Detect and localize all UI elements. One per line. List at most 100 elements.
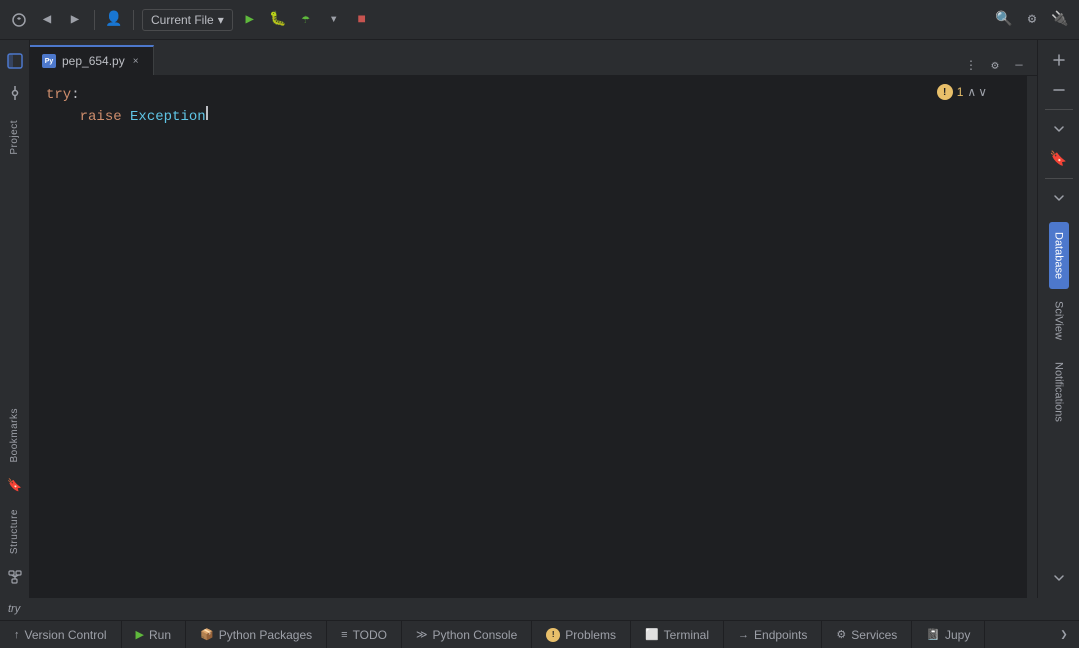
bottom-tab-problems[interactable]: ! Problems [532,621,631,648]
python-console-label: Python Console [433,628,518,642]
settings-icon[interactable]: ⚙ [1021,9,1043,31]
profile-button[interactable]: ▾ [323,9,345,31]
endpoints-icon: → [738,629,749,641]
editor-area: Py pep_654.py × ⋮ ⚙ — try: raise Excepti… [30,40,1037,598]
left-sidebar: Project Bookmarks 🔖 Structure [0,40,30,598]
bottom-tab-endpoints[interactable]: → Endpoints [724,621,822,648]
bottom-expand-button[interactable]: ❯ [1049,621,1079,648]
sidebar-project-label[interactable]: Project [9,112,20,163]
services-icon: ⚙ [836,628,846,641]
bottom-tab-services[interactable]: ⚙ Services [822,621,912,648]
run-config-dropdown-icon: ▾ [218,13,224,27]
toolbar-separator-2 [133,10,134,30]
run-icon: ▶ [136,628,144,641]
python-console-icon: ≫ [416,628,428,641]
rpanel-scroll-down-icon[interactable] [1043,564,1075,592]
problems-label: Problems [565,628,616,642]
bottom-status-bar: try [0,598,1079,620]
status-context-text: try [8,603,20,615]
bottom-tab-run[interactable]: ▶ Run [122,621,186,648]
tab-file-icon: Py [42,54,56,68]
version-control-label: Version Control [25,628,107,642]
user-icon[interactable]: 👤 [103,9,125,31]
forward-icon[interactable]: ▶ [64,9,86,31]
sidebar-structure-icon[interactable] [0,562,30,592]
warning-prev-btn[interactable]: ∧ [967,85,976,99]
right-panel-bottom [1038,558,1079,598]
version-control-icon: ↑ [14,629,20,641]
bottom-tab-terminal[interactable]: ⬜ Terminal [631,621,724,648]
tab-settings-icon[interactable]: ⚙ [985,55,1005,75]
bottom-right: ❯ [1049,621,1079,648]
todo-label: TODO [353,628,387,642]
run-button[interactable]: ▶ [239,9,261,31]
bottom-tab-jupy[interactable]: 📓 Jupy [912,621,985,648]
tab-minimize-icon[interactable]: — [1009,55,1029,75]
endpoints-label: Endpoints [754,628,807,642]
rpanel-down-icon[interactable] [1043,115,1075,143]
sidebar-bottom-section: Bookmarks 🔖 Structure [0,400,29,598]
run-label: Run [149,628,171,642]
terminal-label: Terminal [664,628,709,642]
sidebar-middle-section: Project [0,112,29,163]
tab-bar: Py pep_654.py × ⋮ ⚙ — [30,40,1037,76]
bottom-tab-version-control[interactable]: ↑ Version Control [0,621,122,648]
class-exception: Exception [130,106,206,128]
tab-more-icon[interactable]: ⋮ [961,55,981,75]
rpanel-down2-icon[interactable] [1043,184,1075,212]
keyword-try: try [46,84,71,106]
scroll-track [1027,76,1037,598]
right-tab-database[interactable]: Database [1049,222,1069,289]
code-line-2: raise Exception [46,106,1027,128]
warning-count: 1 [957,85,964,99]
editor-warning-bar: ! 1 ∧ ∨ [937,84,987,100]
tab-close-button[interactable]: × [131,54,141,69]
bottom-toolbar: ↑ Version Control ▶ Run 📦 Python Package… [0,620,1079,648]
tab-bar-actions: ⋮ ⚙ — [953,55,1037,75]
right-tab-sciview[interactable]: SciView [1049,291,1069,350]
rpanel-expand-icon[interactable] [1043,46,1075,74]
python-packages-icon: 📦 [200,628,214,641]
sidebar-bookmarks-label[interactable]: Bookmarks [9,400,20,471]
tab-pep654[interactable]: Py pep_654.py × [30,45,154,75]
warning-icon: ! [937,84,953,100]
toolbar-separator-1 [94,10,95,30]
main-area: Project Bookmarks 🔖 Structure [0,40,1079,598]
warning-navigation: ∧ ∨ [967,85,987,99]
nav-menu-icon[interactable] [8,9,30,31]
keyword-raise: raise [80,106,122,128]
stop-button[interactable]: ■ [351,9,373,31]
run-config-button[interactable]: Current File ▾ [142,9,233,31]
debug-button[interactable]: 🐛 [267,9,289,31]
terminal-icon: ⬜ [645,628,659,641]
text-cursor [206,106,208,120]
rpanel-bookmark-icon[interactable]: 🔖 [1043,145,1075,173]
code-editor[interactable]: try: raise Exception [30,76,1027,598]
right-panel: 🔖 Database SciView Notifications [1037,40,1079,598]
coverage-button[interactable]: ☂ [295,9,317,31]
todo-icon: ≡ [341,629,347,641]
python-packages-label: Python Packages [219,628,312,642]
back-icon[interactable]: ◀ [36,9,58,31]
sidebar-commit-icon[interactable] [0,78,30,108]
right-tab-notifications[interactable]: Notifications [1049,352,1069,432]
bottom-tab-python-packages[interactable]: 📦 Python Packages [186,621,327,648]
toolbar-right: 🔍 ⚙ 🔌 [993,9,1071,31]
editor-content: try: raise Exception ! 1 ∧ ∨ [30,76,1037,598]
sidebar-top-icon[interactable] [0,46,30,76]
search-everywhere-icon[interactable]: 🔍 [993,9,1015,31]
rpanel-divider-2 [1045,178,1073,179]
code-line-1: try: [46,84,1027,106]
jupy-icon: 📓 [926,628,940,641]
bottom-tab-todo[interactable]: ≡ TODO [327,621,402,648]
tab-filename: pep_654.py [62,54,125,68]
plugin-icon[interactable]: 🔌 [1049,9,1071,31]
warning-next-btn[interactable]: ∨ [978,85,987,99]
rpanel-collapse-icon[interactable] [1043,76,1075,104]
sidebar-bookmark-icon[interactable]: 🔖 [0,471,30,501]
right-panel-top: 🔖 [1038,40,1079,218]
bottom-tab-python-console[interactable]: ≫ Python Console [402,621,532,648]
sidebar-structure-label[interactable]: Structure [9,501,20,562]
jupy-label: Jupy [945,628,970,642]
run-config-label: Current File [151,13,214,27]
